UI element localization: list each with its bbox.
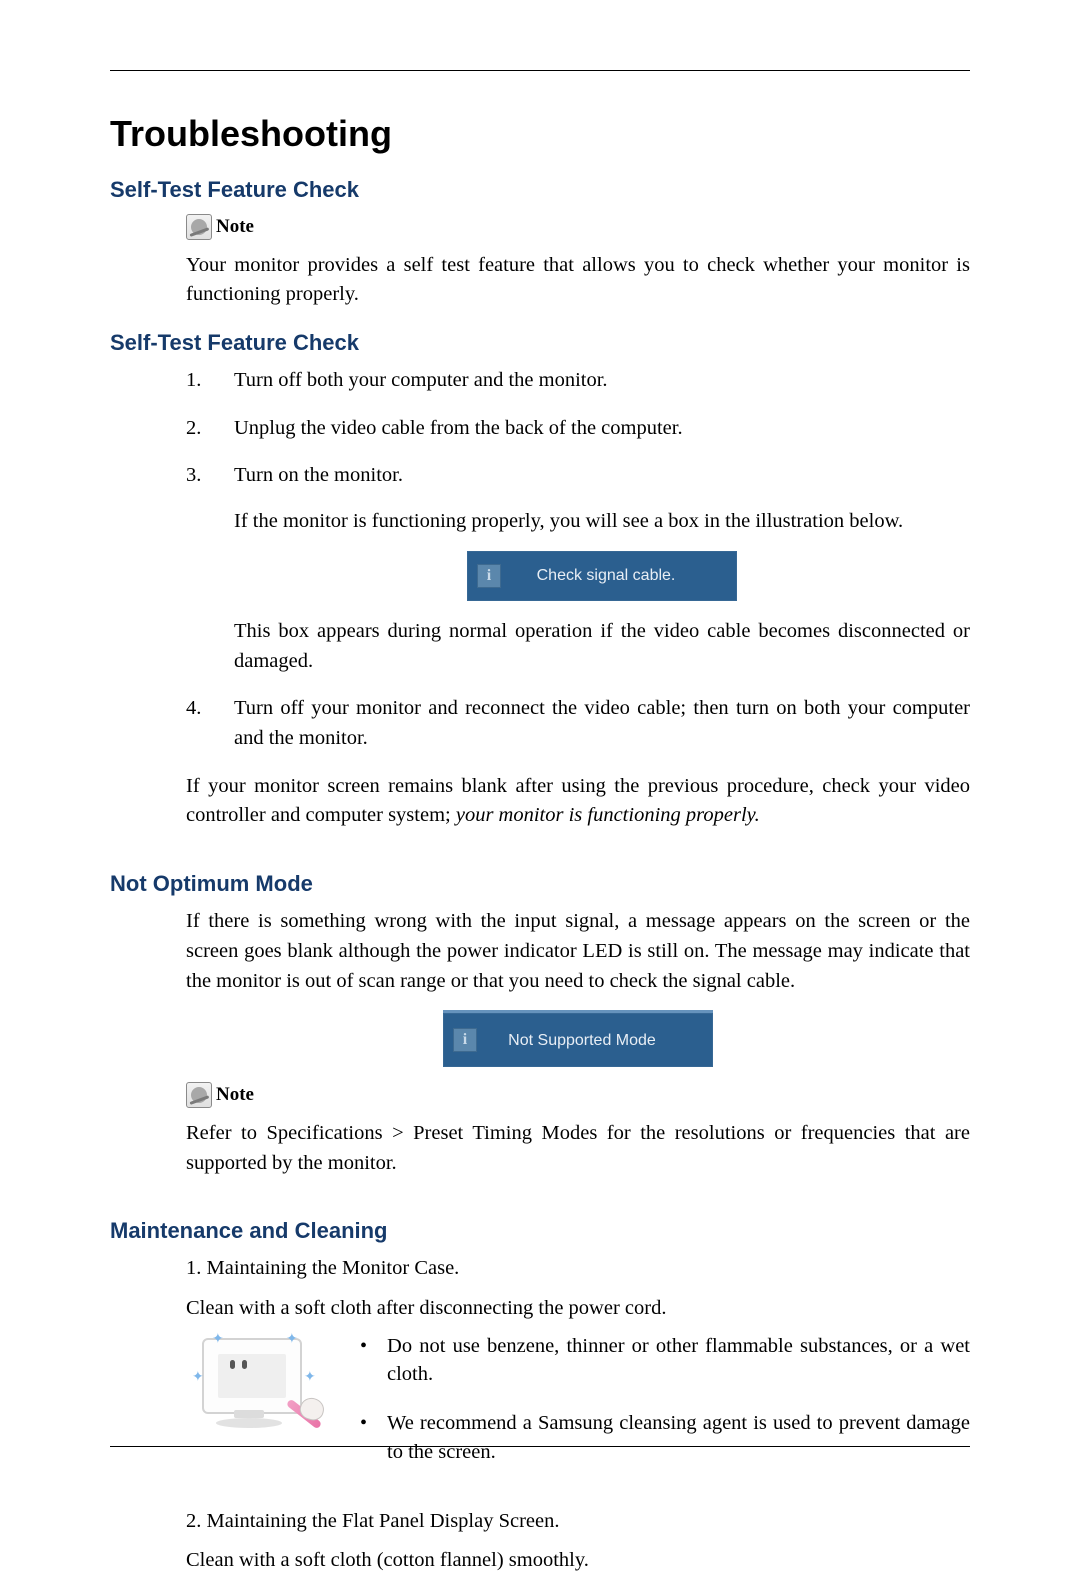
list-item: 3. Turn on the monitor. If the monitor i… <box>186 461 970 676</box>
step-text: Turn off your monitor and reconnect the … <box>234 694 970 753</box>
note-label: Note <box>216 1081 254 1109</box>
osd-not-supported: Not Supported Mode <box>443 1010 713 1067</box>
sparkle-icon: ✦ <box>192 1368 204 1388</box>
step-text: Unplug the video cable from the back of … <box>234 414 970 444</box>
pencil-note-icon <box>186 1082 212 1108</box>
note-body-text: Refer to Specifications > Preset Timing … <box>186 1119 970 1178</box>
maintenance-content: 1. Maintaining the Monitor Case. Clean w… <box>186 1254 970 1576</box>
note-row: Note <box>186 213 970 241</box>
bullet-icon: • <box>360 1409 367 1437</box>
selftest2-content: 1. Turn off both your computer and the m… <box>186 366 970 831</box>
maintenance-flex: ✦ ✦ ✦ ✦ • Do not use benzene, thinner or… <box>186 1332 970 1487</box>
note-row: Note <box>186 1081 970 1109</box>
list-item: 2. Unplug the video cable from the back … <box>186 414 970 444</box>
step3-sub2: This box appears during normal operation… <box>234 617 970 676</box>
step-number: 1. <box>186 366 206 396</box>
maint-item2-label: 2. Maintaining the Flat Panel Display Sc… <box>186 1507 970 1537</box>
step-text: Turn off both your computer and the moni… <box>234 366 970 396</box>
step-text: Turn on the monitor. <box>234 464 403 486</box>
step-number: 2. <box>186 414 206 444</box>
list-item: • We recommend a Samsung cleansing agent… <box>360 1409 970 1466</box>
selftest1-content: Note Your monitor provides a self test f… <box>186 213 970 310</box>
info-icon <box>453 1028 477 1052</box>
maint-item2-body: Clean with a soft cloth (cotton flannel)… <box>186 1546 970 1576</box>
note-body-text: Your monitor provides a self test featur… <box>186 251 970 310</box>
maintenance-tips: • Do not use benzene, thinner or other f… <box>360 1332 970 1487</box>
section-heading-notoptimum: Not Optimum Mode <box>110 871 970 897</box>
top-rule <box>110 70 970 71</box>
selftest-after: If your monitor screen remains blank aft… <box>186 772 970 831</box>
step-number: 4. <box>186 694 206 724</box>
osd-text: Check signal cable. <box>501 564 737 587</box>
list-item: 1. Turn off both your computer and the m… <box>186 366 970 396</box>
note-label: Note <box>216 213 254 241</box>
tip-text: Do not use benzene, thinner or other fla… <box>387 1332 970 1389</box>
sparkle-icon: ✦ <box>304 1368 316 1388</box>
step3-sub1: If the monitor is functioning properly, … <box>234 507 970 537</box>
osd-check-signal: Check signal cable. <box>467 551 737 601</box>
sparkle-icon: ✦ <box>212 1330 224 1350</box>
section-heading-maintenance: Maintenance and Cleaning <box>110 1218 970 1244</box>
notoptimum-body: If there is something wrong with the inp… <box>186 907 970 996</box>
step-body: Turn on the monitor. If the monitor is f… <box>234 461 970 676</box>
notoptimum-content: If there is something wrong with the inp… <box>186 907 970 1178</box>
selftest-steps: 1. Turn off both your computer and the m… <box>186 366 970 754</box>
section-heading-selftest-1: Self-Test Feature Check <box>110 177 970 203</box>
section-heading-selftest-2: Self-Test Feature Check <box>110 330 970 356</box>
list-item: • Do not use benzene, thinner or other f… <box>360 1332 970 1389</box>
bullet-icon: • <box>360 1332 367 1360</box>
maint-item1-label: 1. Maintaining the Monitor Case. <box>186 1254 970 1284</box>
step-number: 3. <box>186 461 206 491</box>
bottom-rule <box>110 1446 970 1447</box>
info-icon <box>477 564 501 588</box>
monitor-cleaning-illustration: ✦ ✦ ✦ ✦ <box>186 1332 326 1442</box>
osd-text: Not Supported Mode <box>477 1029 713 1052</box>
maint-item1-body: Clean with a soft cloth after disconnect… <box>186 1294 970 1324</box>
tip-text: We recommend a Samsung cleansing agent i… <box>387 1409 970 1466</box>
page: Troubleshooting Self-Test Feature Check … <box>0 0 1080 1527</box>
pencil-note-icon <box>186 214 212 240</box>
page-title: Troubleshooting <box>110 113 970 155</box>
after-italic: your monitor is functioning properly. <box>456 804 760 826</box>
sparkle-icon: ✦ <box>286 1330 298 1350</box>
hand-brush-icon <box>286 1396 330 1440</box>
list-item: 4. Turn off your monitor and reconnect t… <box>186 694 970 753</box>
